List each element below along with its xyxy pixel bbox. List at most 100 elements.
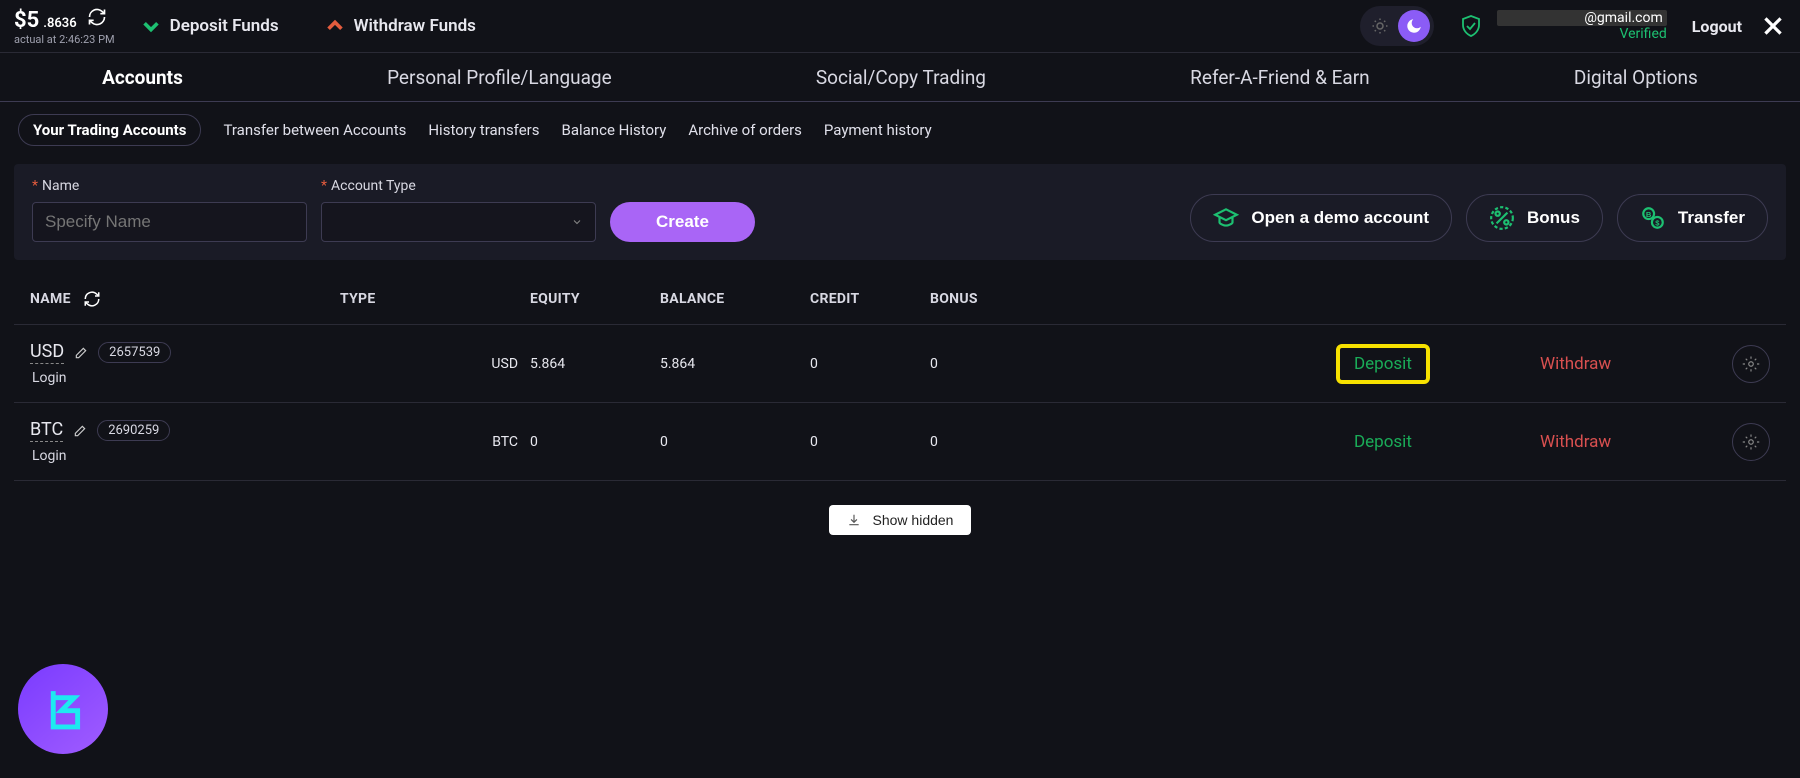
account-info: @gmail.com Verified <box>1497 10 1667 42</box>
download-icon <box>847 513 861 527</box>
edit-icon[interactable] <box>73 424 87 438</box>
theme-toggle[interactable] <box>1360 6 1434 46</box>
sun-icon <box>1371 17 1389 35</box>
percent-icon <box>1489 205 1515 231</box>
deposit-button[interactable]: Deposit <box>1340 348 1426 380</box>
verified-label: Verified <box>1620 26 1667 42</box>
deposit-label: Deposit Funds <box>170 16 279 36</box>
verified-shield <box>1459 14 1483 38</box>
row-settings-button[interactable] <box>1732 345 1770 383</box>
chevron-down-icon <box>140 15 162 37</box>
transfer-icon: B$ <box>1640 205 1666 231</box>
name-input[interactable] <box>32 202 307 242</box>
logo-icon <box>37 683 89 735</box>
login-link[interactable]: Login <box>32 370 340 386</box>
show-hidden-label: Show hidden <box>873 512 954 528</box>
nav-digital[interactable]: Digital Options <box>1574 66 1698 89</box>
transfer-button[interactable]: B$ Transfer <box>1617 194 1768 242</box>
header-bonus: BONUS <box>930 291 1070 307</box>
moon-icon <box>1405 17 1423 35</box>
edit-icon[interactable] <box>74 346 88 360</box>
accounts-table: NAME TYPE EQUITY BALANCE CREDIT BONUS US… <box>14 274 1786 481</box>
credit-value: 0 <box>810 356 930 372</box>
dark-mode-option[interactable] <box>1398 10 1430 42</box>
topbar: $5 .8636 actual at 2:46:23 PM Deposit Fu… <box>0 0 1800 52</box>
row-settings-button[interactable] <box>1732 423 1770 461</box>
header-credit: CREDIT <box>810 291 930 307</box>
account-currency[interactable]: BTC <box>30 419 63 442</box>
subnav-trading-accounts[interactable]: Your Trading Accounts <box>18 114 201 146</box>
chevron-down-icon <box>571 216 583 228</box>
account-name-cell: BTC 2690259 Login <box>30 419 340 464</box>
header-name: NAME <box>30 290 340 308</box>
subnav-payment[interactable]: Payment history <box>824 121 932 139</box>
withdraw-button[interactable]: Withdraw <box>1540 432 1611 452</box>
gear-icon <box>1742 355 1760 373</box>
nav-social[interactable]: Social/Copy Trading <box>816 66 986 89</box>
account-type-value: USD <box>340 356 530 372</box>
logout-button[interactable]: Logout <box>1692 17 1742 36</box>
open-demo-label: Open a demo account <box>1251 208 1429 228</box>
deposit-funds-button[interactable]: Deposit Funds <box>140 15 279 37</box>
chevron-up-icon <box>324 15 346 37</box>
nav-refer[interactable]: Refer-A-Friend & Earn <box>1190 66 1370 89</box>
login-link[interactable]: Login <box>32 448 340 464</box>
create-button[interactable]: Create <box>610 202 755 242</box>
open-demo-button[interactable]: Open a demo account <box>1190 194 1452 242</box>
brand-logo[interactable] <box>18 664 108 754</box>
account-currency[interactable]: USD <box>30 341 64 364</box>
balance-main: $5 <box>14 8 39 33</box>
bonus-button[interactable]: Bonus <box>1466 194 1603 242</box>
balance-display: $5 .8636 actual at 2:46:23 PM <box>14 7 115 46</box>
deposit-button[interactable]: Deposit <box>1340 426 1426 458</box>
account-type-value: BTC <box>340 434 530 450</box>
shield-check-icon <box>1459 14 1483 38</box>
equity-value: 5.864 <box>530 356 660 372</box>
balance-timestamp: actual at 2:46:23 PM <box>14 33 115 46</box>
table-row: USD 2657539 Login USD 5.864 5.864 0 0 De… <box>14 325 1786 403</box>
header-equity: EQUITY <box>530 291 660 307</box>
equity-value: 0 <box>530 434 660 450</box>
account-type-field: *Account Type <box>321 178 596 242</box>
subnav-balance-history[interactable]: Balance History <box>562 121 667 139</box>
table-header: NAME TYPE EQUITY BALANCE CREDIT BONUS <box>14 274 1786 325</box>
balance-value: 5.864 <box>660 356 810 372</box>
subnav-archive[interactable]: Archive of orders <box>688 121 802 139</box>
bonus-value: 0 <box>930 434 1070 450</box>
account-type-label: *Account Type <box>321 178 596 194</box>
light-mode-option[interactable] <box>1364 10 1396 42</box>
header-type: TYPE <box>340 291 530 307</box>
subnav-history-transfers[interactable]: History transfers <box>428 121 539 139</box>
bonus-label: Bonus <box>1527 208 1580 228</box>
main-nav: Accounts Personal Profile/Language Socia… <box>0 52 1800 102</box>
refresh-icon[interactable] <box>87 7 107 27</box>
subnav-transfer[interactable]: Transfer between Accounts <box>223 121 406 139</box>
nav-profile[interactable]: Personal Profile/Language <box>387 66 612 89</box>
transfer-label: Transfer <box>1678 208 1745 228</box>
credit-value: 0 <box>810 434 930 450</box>
account-email: @gmail.com <box>1497 10 1667 26</box>
balance-decimal: .8636 <box>43 16 76 31</box>
account-name-cell: USD 2657539 Login <box>30 341 340 386</box>
account-type-select[interactable] <box>321 202 596 242</box>
withdraw-label: Withdraw Funds <box>354 16 476 36</box>
graduation-cap-icon <box>1213 205 1239 231</box>
nav-accounts[interactable]: Accounts <box>102 66 183 89</box>
refresh-icon[interactable] <box>83 290 101 308</box>
table-row: BTC 2690259 Login BTC 0 0 0 0 Deposit Wi… <box>14 403 1786 481</box>
gear-icon <box>1742 433 1760 451</box>
account-id: 2690259 <box>97 420 170 441</box>
balance-value: 0 <box>660 434 810 450</box>
sub-nav: Your Trading Accounts Transfer between A… <box>0 102 1800 158</box>
bonus-value: 0 <box>930 356 1070 372</box>
name-field: *Name <box>32 178 307 242</box>
account-id: 2657539 <box>98 342 171 363</box>
name-label: *Name <box>32 178 307 194</box>
show-hidden-button[interactable]: Show hidden <box>829 505 972 535</box>
header-balance: BALANCE <box>660 291 810 307</box>
svg-text:B: B <box>1646 210 1652 219</box>
create-account-panel: *Name *Account Type Create Open a demo a… <box>14 164 1786 260</box>
withdraw-button[interactable]: Withdraw <box>1540 354 1611 374</box>
close-icon[interactable] <box>1760 13 1786 39</box>
withdraw-funds-button[interactable]: Withdraw Funds <box>324 15 476 37</box>
